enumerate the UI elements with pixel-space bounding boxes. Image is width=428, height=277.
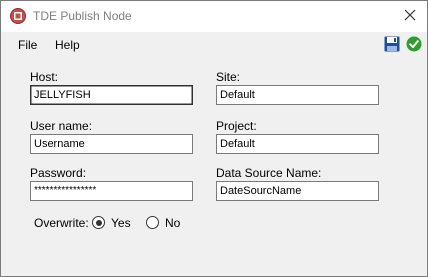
green-check-icon[interactable]: [406, 36, 422, 52]
close-button[interactable]: [393, 1, 427, 32]
site-input[interactable]: Default: [216, 85, 379, 105]
site-label: Site:: [216, 70, 241, 84]
password-input[interactable]: ****************: [30, 181, 193, 201]
host-input[interactable]: JELLYFISH: [30, 85, 193, 105]
datasource-input[interactable]: DateSourcName: [216, 181, 379, 201]
host-label: Host:: [30, 70, 59, 84]
radio-selected-dot: [95, 219, 102, 226]
project-label: Project:: [216, 119, 257, 133]
menu-bar: File Help: [1, 32, 427, 58]
overwrite-no-label[interactable]: No: [165, 216, 180, 230]
password-label: Password:: [30, 166, 87, 180]
publish-window: TDE Publish Node File Help Host: JELLYFI…: [0, 0, 428, 277]
close-icon: [404, 9, 416, 24]
overwrite-no-radio[interactable]: [146, 216, 159, 229]
username-label: User name:: [30, 119, 93, 133]
app-icon: [10, 8, 26, 24]
project-input[interactable]: Default: [216, 134, 379, 154]
title-bar: TDE Publish Node: [1, 1, 427, 32]
floppy-disk-icon[interactable]: [384, 36, 400, 52]
overwrite-yes-radio[interactable]: [92, 216, 105, 229]
overwrite-yes-label[interactable]: Yes: [111, 216, 131, 230]
datasource-label: Data Source Name:: [216, 166, 322, 180]
menu-help[interactable]: Help: [55, 38, 80, 52]
window-title: TDE Publish Node: [33, 9, 132, 23]
overwrite-label: Overwrite:: [34, 216, 89, 230]
menu-file[interactable]: File: [18, 38, 37, 52]
username-input[interactable]: Username: [30, 134, 193, 154]
